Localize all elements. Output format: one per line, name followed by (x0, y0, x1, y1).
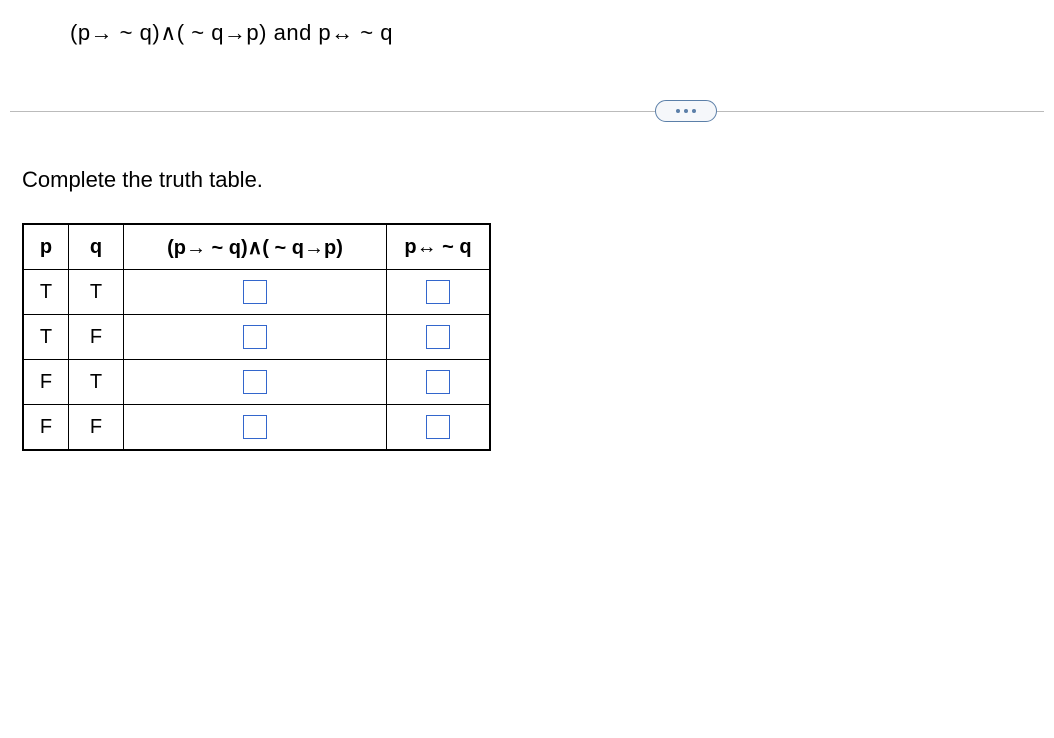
header-expr1: (p→ ~ q)∧( ~ q→p) (124, 224, 387, 270)
header-q: q (69, 224, 124, 270)
cell-expr2 (387, 405, 491, 451)
cell-expr2 (387, 360, 491, 405)
cell-expr2 (387, 270, 491, 315)
table-row: F T (23, 360, 490, 405)
truth-table: p q (p→ ~ q)∧( ~ q→p) p↔ ~ q T T T F F T (22, 223, 491, 451)
cell-q: T (69, 270, 124, 315)
cell-p: T (23, 270, 69, 315)
cell-p: F (23, 360, 69, 405)
problem-formula: (p→ ~ q)∧( ~ q→p) and p↔ ~ q (70, 20, 393, 46)
cell-q: T (69, 360, 124, 405)
instruction-text: Complete the truth table. (22, 167, 263, 193)
table-row: T F (23, 315, 490, 360)
answer-input[interactable] (243, 370, 267, 394)
cell-expr1 (124, 315, 387, 360)
table-row: T T (23, 270, 490, 315)
answer-input[interactable] (426, 370, 450, 394)
cell-expr1 (124, 270, 387, 315)
answer-input[interactable] (426, 280, 450, 304)
cell-expr1 (124, 405, 387, 451)
answer-input[interactable] (426, 325, 450, 349)
answer-input[interactable] (243, 325, 267, 349)
dot-icon (684, 109, 688, 113)
header-expr2: p↔ ~ q (387, 224, 491, 270)
cell-q: F (69, 315, 124, 360)
answer-input[interactable] (243, 280, 267, 304)
table-row: F F (23, 405, 490, 451)
formula-text: (p→ ~ q)∧( ~ q→p) and p↔ ~ q (70, 20, 393, 45)
divider-right (717, 111, 1044, 112)
table-header-row: p q (p→ ~ q)∧( ~ q→p) p↔ ~ q (23, 224, 490, 270)
cell-expr2 (387, 315, 491, 360)
header-p: p (23, 224, 69, 270)
more-button[interactable] (655, 100, 717, 122)
divider-left (10, 111, 655, 112)
cell-q: F (69, 405, 124, 451)
cell-expr1 (124, 360, 387, 405)
dot-icon (676, 109, 680, 113)
dot-icon (692, 109, 696, 113)
answer-input[interactable] (426, 415, 450, 439)
instruction-label: Complete the truth table. (22, 167, 263, 192)
answer-input[interactable] (243, 415, 267, 439)
cell-p: F (23, 405, 69, 451)
cell-p: T (23, 315, 69, 360)
divider (10, 100, 1044, 122)
